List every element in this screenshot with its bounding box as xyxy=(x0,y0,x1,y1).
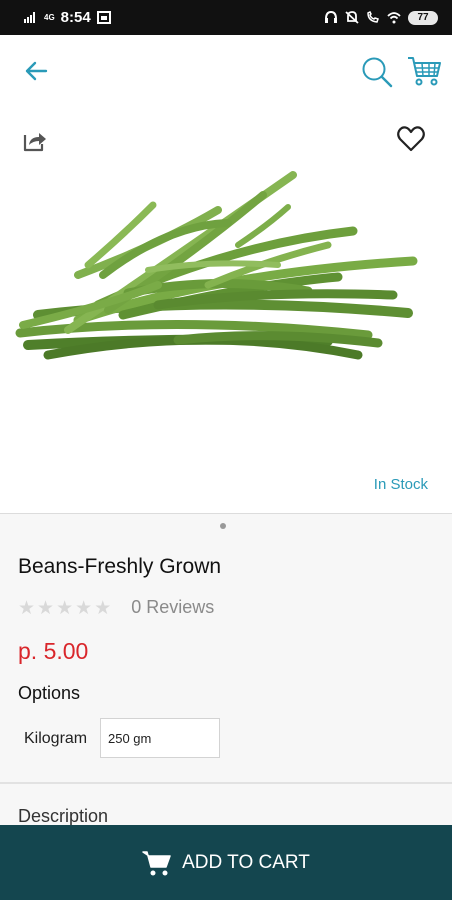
star-icon: ★ xyxy=(75,596,93,619)
product-price: p. 5.00 xyxy=(18,638,89,664)
photo-icon xyxy=(96,11,111,24)
status-right: 77 xyxy=(324,10,438,25)
quantity-value: 250 gm xyxy=(108,730,152,746)
signal-icon xyxy=(24,12,35,23)
battery-icon: 77 xyxy=(408,10,438,25)
rating-row[interactable]: ★ ★ ★ ★ ★ 0 Reviews xyxy=(18,597,214,618)
description-title[interactable]: Description xyxy=(18,806,108,827)
add-to-cart-button[interactable]: ADD TO CART xyxy=(0,825,452,900)
rating-stars: ★ ★ ★ ★ ★ xyxy=(18,598,111,618)
star-icon: ★ xyxy=(94,596,112,619)
product-image-area: In Stock xyxy=(0,107,452,513)
stock-status: In Stock xyxy=(373,476,428,493)
divider xyxy=(0,782,452,784)
star-icon: ★ xyxy=(37,596,55,619)
star-icon: ★ xyxy=(18,596,36,619)
quantity-select[interactable]: 250 gm xyxy=(100,718,220,758)
option-label: Kilogram xyxy=(24,730,88,747)
wifi-icon xyxy=(387,12,401,24)
status-bar: 4G 8:54 77 xyxy=(0,0,452,35)
star-icon: ★ xyxy=(56,596,74,619)
add-to-cart-label: ADD TO CART xyxy=(182,851,310,873)
share-icon[interactable] xyxy=(22,127,48,153)
reviews-count[interactable]: 0 Reviews xyxy=(131,597,214,618)
options-title: Options xyxy=(18,683,81,703)
back-arrow-icon[interactable] xyxy=(22,57,50,85)
network-type: 4G xyxy=(44,13,55,22)
search-icon[interactable] xyxy=(360,55,394,89)
headset-icon xyxy=(325,11,337,23)
status-time: 8:54 xyxy=(60,9,91,26)
image-pager-dot xyxy=(220,523,226,529)
app-bar xyxy=(0,35,452,107)
mute-icon xyxy=(345,11,359,24)
call-icon xyxy=(367,11,379,23)
cart-icon xyxy=(142,850,171,875)
heart-icon[interactable] xyxy=(396,125,426,153)
product-image xyxy=(15,171,418,360)
product-title: Beans-Freshly Grown xyxy=(18,555,222,578)
shopping-cart-icon[interactable] xyxy=(406,55,442,87)
status-left: 4G 8:54 xyxy=(24,9,111,26)
